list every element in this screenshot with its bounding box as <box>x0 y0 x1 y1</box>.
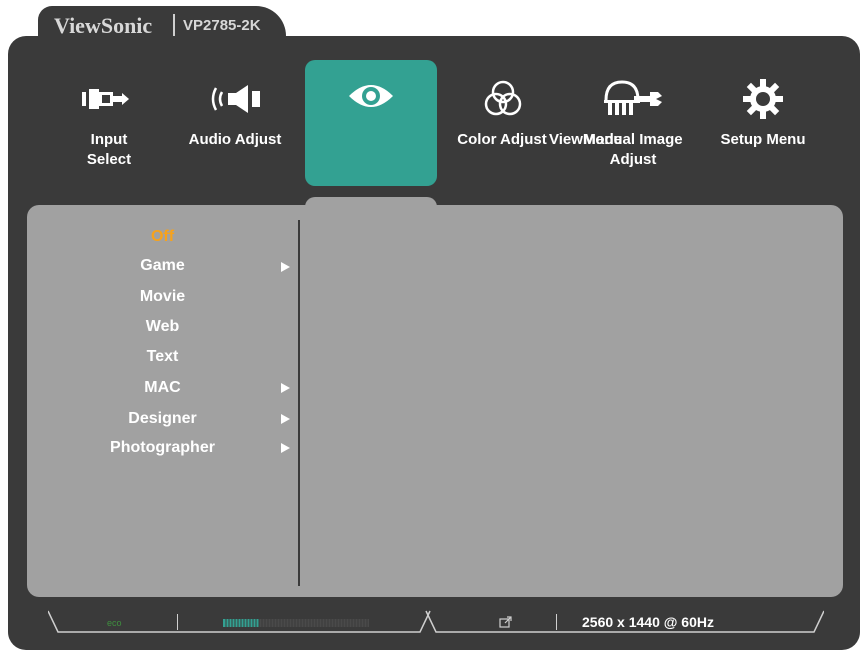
eye-icon[interactable] <box>346 80 396 112</box>
submenu-arrow-icon <box>281 383 290 393</box>
menu-item-movie[interactable]: Movie <box>60 287 265 307</box>
status-divider <box>177 614 178 630</box>
menu-item-photographer[interactable]: Photographer <box>60 438 265 458</box>
tab-input-select[interactable]: Input Select <box>74 130 144 170</box>
tab-color-adjust[interactable]: Color Adjust <box>450 130 554 150</box>
model-name: VP2785-2K <box>183 17 261 34</box>
menu-item-designer[interactable]: Designer <box>60 409 265 429</box>
tab-label: Audio Adjust <box>188 131 282 148</box>
panel-divider <box>298 220 300 586</box>
menu-item-mac[interactable]: MAC <box>60 378 265 398</box>
level-bar <box>223 619 369 627</box>
tab-manual-image-adjust[interactable]: Manual Image Adjust <box>578 130 688 170</box>
brand-divider <box>173 14 175 36</box>
tab-label: Input Select <box>86 131 132 168</box>
menu-item-text[interactable]: Text <box>60 347 265 367</box>
submenu-arrow-icon <box>281 443 290 453</box>
submenu-arrow-icon <box>281 262 290 272</box>
gear-icon <box>743 79 783 119</box>
menu-item-off[interactable]: Off <box>60 227 265 247</box>
audio-adjust-icon <box>211 85 260 113</box>
tab-active-highlight <box>305 60 437 186</box>
eco-icon: eco <box>107 618 122 628</box>
color-adjust-icon <box>484 80 522 116</box>
status-divider <box>556 614 557 630</box>
tab-setup-menu[interactable]: Setup Menu <box>712 130 814 150</box>
input-select-icon <box>82 89 129 109</box>
tab-audio-adjust[interactable]: Audio Adjust <box>178 130 292 150</box>
tab-label: Setup Menu <box>720 131 806 148</box>
brand-name: ViewSonic <box>54 13 153 38</box>
manual-image-adjust-icon <box>604 80 662 115</box>
tab-label: Manual Image Adjust <box>583 131 683 168</box>
tab-label: Color Adjust <box>457 131 547 148</box>
menu-item-web[interactable]: Web <box>60 317 265 337</box>
input-signal-icon <box>499 616 512 628</box>
menu-item-game[interactable]: Game <box>60 256 265 276</box>
resolution-readout: 2560 x 1440 @ 60Hz <box>582 614 714 630</box>
submenu-arrow-icon <box>281 414 290 424</box>
